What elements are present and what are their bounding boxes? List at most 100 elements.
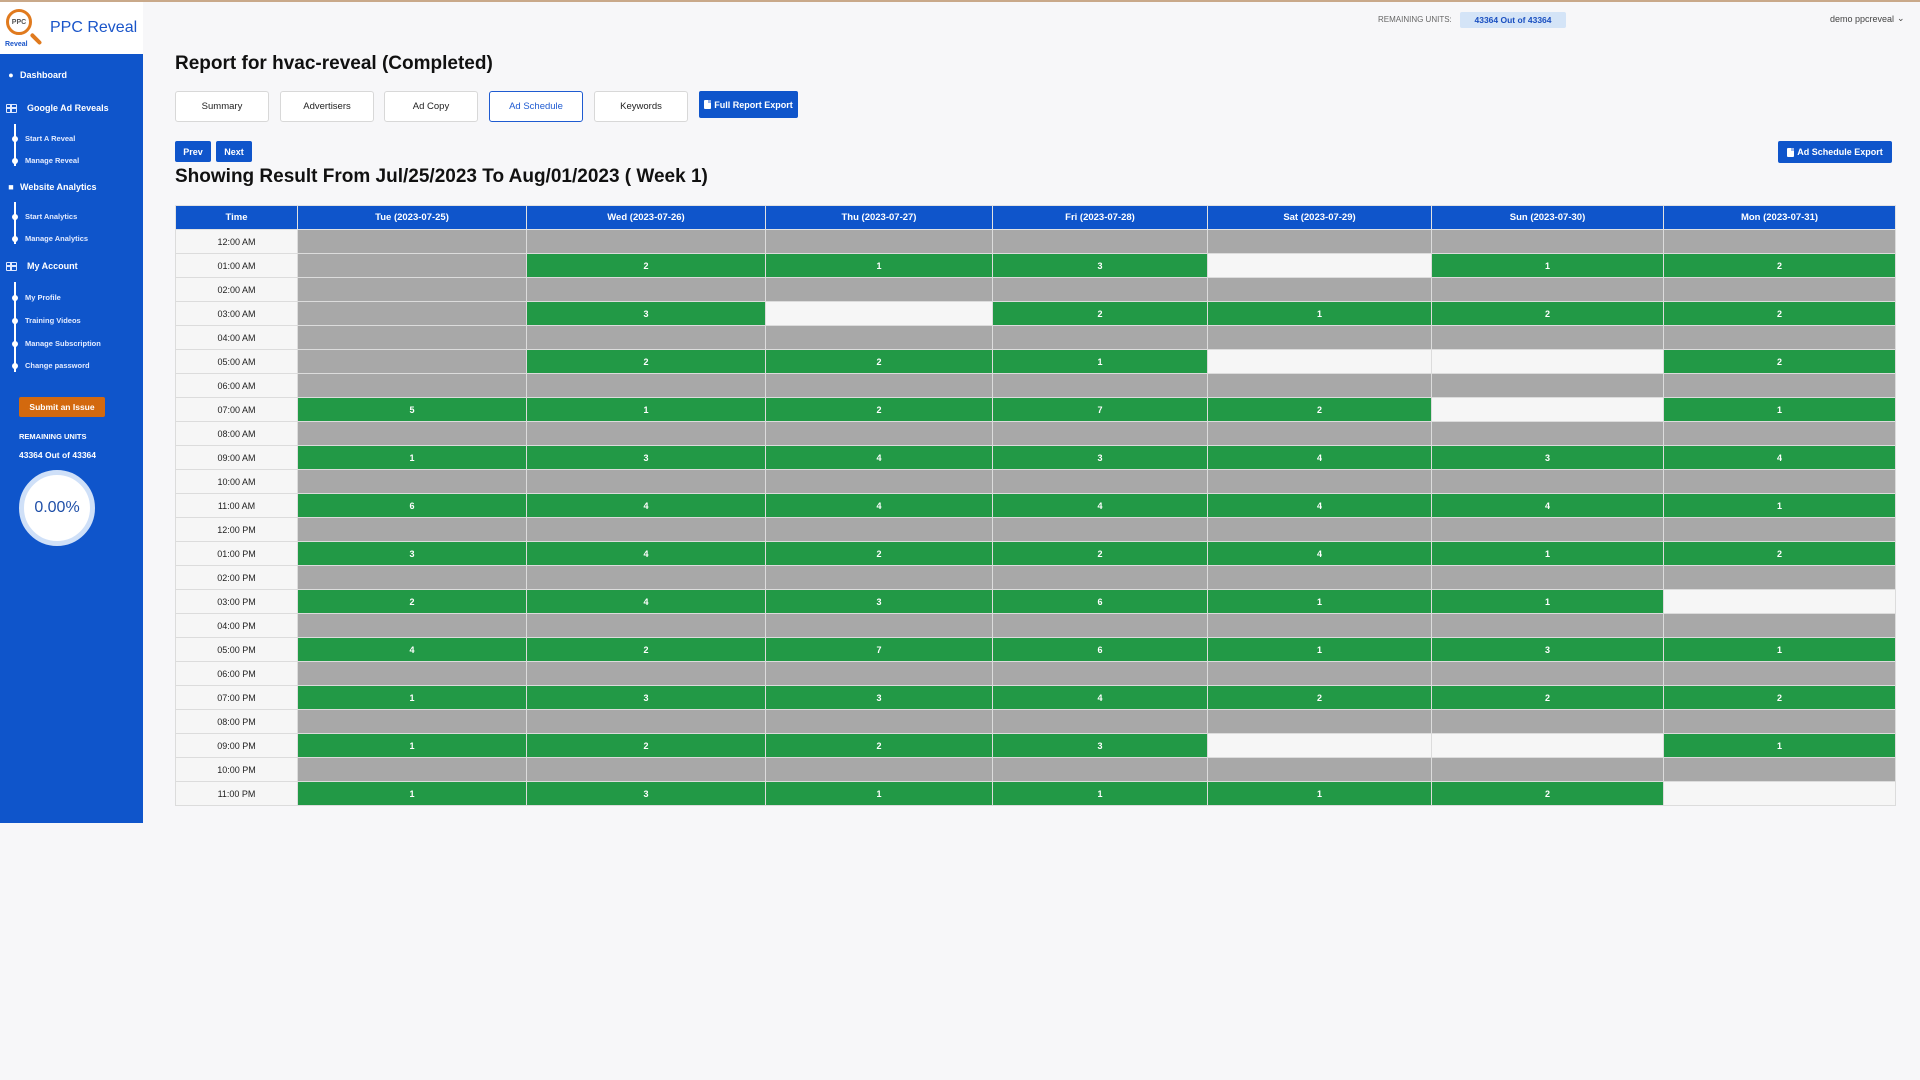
- schedule-cell-active: 4: [1431, 493, 1664, 518]
- schedule-cell-active: 2: [526, 637, 766, 662]
- schedule-cell-active: 2: [1431, 301, 1664, 326]
- schedule-cell-no-data: [1431, 421, 1664, 446]
- schedule-cell-active: 2: [526, 253, 766, 278]
- sidebar-item-training-videos[interactable]: Training Videos: [25, 316, 81, 325]
- tab-ad-schedule[interactable]: Ad Schedule: [489, 91, 583, 122]
- sidebar-item-google-ad-reveals[interactable]: Google Ad Reveals: [6, 103, 109, 113]
- chevron-down-icon: ⌄: [1897, 13, 1905, 23]
- schedule-cell-no-data: [1207, 469, 1432, 494]
- user-menu[interactable]: demo ppcreveal ⌄: [1830, 13, 1905, 24]
- schedule-cell-no-data: [1431, 373, 1664, 398]
- schedule-cell-active: 2: [1663, 685, 1896, 710]
- schedule-cell-no-data: [765, 421, 993, 446]
- schedule-cell-no-data: [1431, 613, 1664, 638]
- schedule-cell-no-data: [765, 565, 993, 590]
- schedule-cell-active: 1: [1207, 637, 1432, 662]
- schedule-cell-no-data: [1663, 229, 1896, 254]
- time-cell: 02:00 AM: [175, 277, 298, 302]
- schedule-cell-active: 1: [1663, 493, 1896, 518]
- submit-issue-button[interactable]: Submit an Issue: [19, 397, 105, 417]
- sidebar-item-dashboard[interactable]: ● Dashboard: [6, 70, 67, 80]
- schedule-cell-no-data: [526, 517, 766, 542]
- schedule-cell-active: 1: [992, 781, 1208, 806]
- table-row: 03:00 PM 2 4 3 6 1 1: [175, 589, 1896, 614]
- schedule-cell-no-data: [297, 349, 527, 374]
- tab-advertisers[interactable]: Advertisers: [280, 91, 374, 122]
- schedule-cell-no-data: [1663, 421, 1896, 446]
- date-range-heading: Showing Result From Jul/25/2023 To Aug/0…: [175, 166, 708, 187]
- table-row: 06:00 PM: [175, 661, 1896, 686]
- time-cell: 12:00 PM: [175, 517, 298, 542]
- schedule-cell-active: 3: [526, 445, 766, 470]
- next-button[interactable]: Next: [216, 141, 252, 162]
- schedule-cell-empty: [1431, 733, 1664, 758]
- ad-schedule-export-button[interactable]: Ad Schedule Export: [1778, 141, 1892, 163]
- sidebar-item-manage-analytics[interactable]: Manage Analytics: [25, 234, 88, 243]
- tab-ad-copy[interactable]: Ad Copy: [384, 91, 478, 122]
- table-row: 12:00 AM: [175, 229, 1896, 254]
- tab-summary[interactable]: Summary: [175, 91, 269, 122]
- schedule-cell-no-data: [992, 709, 1208, 734]
- schedule-cell-active: 1: [526, 397, 766, 422]
- sidebar-item-start-reveal[interactable]: Start A Reveal: [25, 134, 75, 143]
- schedule-cell-no-data: [1663, 325, 1896, 350]
- schedule-cell-no-data: [765, 229, 993, 254]
- full-report-export-button[interactable]: Full Report Export: [699, 91, 798, 118]
- time-cell: 09:00 PM: [175, 733, 298, 758]
- sidebar-item-start-analytics[interactable]: Start Analytics: [25, 212, 77, 221]
- logo[interactable]: PPC Reveal PPC Reveal: [0, 2, 143, 54]
- schedule-cell-no-data: [297, 709, 527, 734]
- schedule-cell-no-data: [297, 613, 527, 638]
- schedule-cell-no-data: [765, 277, 993, 302]
- schedule-cell-active: 1: [1431, 541, 1664, 566]
- schedule-cell-no-data: [297, 373, 527, 398]
- schedule-cell-no-data: [1431, 469, 1664, 494]
- schedule-cell-no-data: [1207, 325, 1432, 350]
- schedule-cell-no-data: [765, 661, 993, 686]
- schedule-cell-no-data: [526, 469, 766, 494]
- schedule-cell-no-data: [297, 517, 527, 542]
- schedule-cell-no-data: [1207, 757, 1432, 782]
- sidebar-item-manage-reveal[interactable]: Manage Reveal: [25, 156, 79, 165]
- schedule-cell-active: 3: [765, 685, 993, 710]
- schedule-cell-no-data: [765, 709, 993, 734]
- sidebar-item-my-account[interactable]: My Account: [6, 261, 78, 271]
- sidebar-item-my-profile[interactable]: My Profile: [25, 293, 61, 302]
- table-header-row: Time Tue (2023-07-25) Wed (2023-07-26) T…: [175, 205, 1896, 230]
- schedule-cell-active: 1: [1207, 301, 1432, 326]
- schedule-cell-no-data: [1207, 661, 1432, 686]
- schedule-cell-no-data: [1663, 469, 1896, 494]
- column-header-time: Time: [175, 205, 298, 230]
- schedule-cell-no-data: [765, 757, 993, 782]
- sidebar-item-change-password[interactable]: Change password: [25, 361, 90, 370]
- prev-button[interactable]: Prev: [175, 141, 211, 162]
- column-header-day: Wed (2023-07-26): [526, 205, 766, 230]
- time-cell: 06:00 PM: [175, 661, 298, 686]
- header-remaining-badge: 43364 Out of 43364: [1460, 12, 1566, 28]
- schedule-cell-no-data: [297, 325, 527, 350]
- schedule-cell-no-data: [526, 661, 766, 686]
- page-title: Report for hvac-reveal (Completed): [175, 53, 493, 74]
- schedule-cell-no-data: [1207, 277, 1432, 302]
- schedule-cell-active: 2: [992, 301, 1208, 326]
- schedule-cell-no-data: [297, 253, 527, 278]
- schedule-cell-no-data: [992, 469, 1208, 494]
- table-row: 04:00 PM: [175, 613, 1896, 638]
- time-cell: 01:00 PM: [175, 541, 298, 566]
- remaining-units-label: REMAINING UNITS: [19, 432, 87, 441]
- time-cell: 08:00 AM: [175, 421, 298, 446]
- schedule-cell-active: 3: [992, 733, 1208, 758]
- schedule-cell-empty: [1207, 253, 1432, 278]
- time-cell: 11:00 AM: [175, 493, 298, 518]
- ad-schedule-table: Time Tue (2023-07-25) Wed (2023-07-26) T…: [175, 205, 1896, 806]
- sidebar-item-website-analytics[interactable]: ■ Website Analytics: [6, 182, 96, 192]
- schedule-cell-active: 2: [765, 541, 993, 566]
- schedule-cell-active: 2: [526, 349, 766, 374]
- tab-keywords[interactable]: Keywords: [594, 91, 688, 122]
- schedule-cell-active: 1: [1663, 637, 1896, 662]
- sidebar-item-manage-subscription[interactable]: Manage Subscription: [25, 339, 101, 348]
- time-cell: 12:00 AM: [175, 229, 298, 254]
- schedule-cell-no-data: [1207, 373, 1432, 398]
- schedule-cell-active: 2: [526, 733, 766, 758]
- time-cell: 08:00 PM: [175, 709, 298, 734]
